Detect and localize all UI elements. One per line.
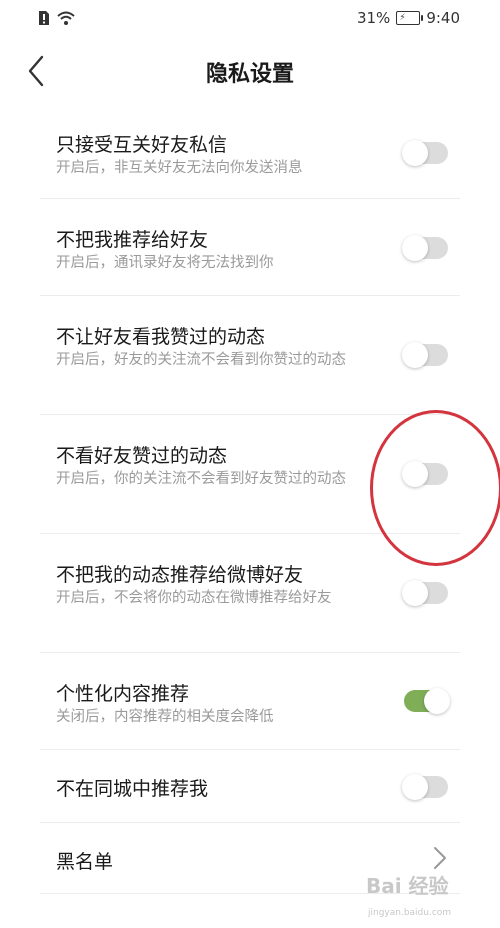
setting-title: 不把我推荐给好友 (56, 229, 209, 251)
toggle-knob (402, 235, 428, 261)
setting-row-hide-likes[interactable]: 不让好友看我赞过的动态 开启后，好友的关注流不会看到你赞过的动态 (40, 296, 460, 415)
status-right: 31% ⚡ 9:40 (357, 9, 460, 27)
toggle-switch[interactable] (402, 140, 448, 166)
watermark-text: Bai 经验 (366, 874, 449, 898)
setting-title: 只接受互关好友私信 (56, 134, 228, 156)
toggle-knob (402, 140, 428, 166)
status-left (38, 10, 76, 26)
page-title: 隐私设置 (205, 62, 294, 87)
toggle-switch[interactable] (404, 688, 450, 714)
setting-title: 不在同城中推荐我 (56, 778, 209, 800)
setting-desc: 开启后，不会将你的动态在微博推荐给好友 (56, 590, 332, 606)
setting-desc: 关闭后，内容推荐的相关度会降低 (56, 709, 274, 725)
toggle-switch[interactable] (402, 774, 448, 800)
setting-title: 不让好友看我赞过的动态 (56, 326, 266, 348)
setting-desc: 开启后，通讯录好友将无法找到你 (56, 255, 274, 271)
toggle-switch[interactable] (402, 580, 448, 606)
toggle-knob (424, 688, 450, 714)
setting-row-no-recommend[interactable]: 不把我推荐给好友 开启后，通讯录好友将无法找到你 (40, 199, 460, 296)
sim-alert-icon (39, 11, 49, 25)
setting-title: 个性化内容推荐 (56, 683, 190, 705)
battery-percent: 31% (356, 9, 391, 27)
setting-desc: 开启后，非互关好友无法向你发送消息 (56, 160, 303, 176)
status-bar: 31% ⚡ 9:40 (0, 0, 500, 38)
setting-title: 不把我的动态推荐给微博好友 (56, 564, 304, 586)
wifi-icon (57, 11, 75, 25)
setting-row-weibo-recommend[interactable]: 不把我的动态推荐给微博好友 开启后，不会将你的动态在微博推荐给好友 (40, 534, 460, 653)
toggle-switch[interactable] (402, 235, 448, 261)
setting-desc: 开启后，好友的关注流不会看到你赞过的动态 (56, 352, 346, 368)
setting-row-local-recommend[interactable]: 不在同城中推荐我 (40, 750, 460, 823)
toggle-knob (402, 774, 428, 800)
setting-title: 不看好友赞过的动态 (56, 445, 228, 467)
toggle-knob (402, 461, 428, 487)
watermark: Bai 经验 jingyan.baidu.com (366, 870, 486, 918)
toggle-knob (402, 342, 428, 368)
chevron-right-icon[interactable] (432, 845, 448, 871)
battery-icon: ⚡ (396, 11, 424, 25)
nav-bar: 隐私设置 (0, 40, 500, 102)
setting-row-personalized[interactable]: 个性化内容推荐 关闭后，内容推荐的相关度会降低 (40, 653, 460, 750)
setting-row-mutual-dm[interactable]: 只接受互关好友私信 开启后，非互关好友无法向你发送消息 (40, 112, 460, 199)
toggle-switch[interactable] (402, 342, 448, 368)
setting-row-no-friend-likes[interactable]: 不看好友赞过的动态 开启后，你的关注流不会看到好友赞过的动态 (40, 415, 460, 534)
settings-list: 只接受互关好友私信 开启后，非互关好友无法向你发送消息 不把我推荐给好友 开启后… (0, 112, 500, 894)
setting-desc: 开启后，你的关注流不会看到好友赞过的动态 (56, 471, 346, 487)
setting-title: 黑名单 (56, 851, 114, 873)
toggle-knob (402, 580, 428, 606)
watermark-url: jingyan.baidu.com (368, 908, 452, 918)
toggle-switch[interactable] (402, 461, 448, 487)
clock: 9:40 (426, 9, 460, 27)
